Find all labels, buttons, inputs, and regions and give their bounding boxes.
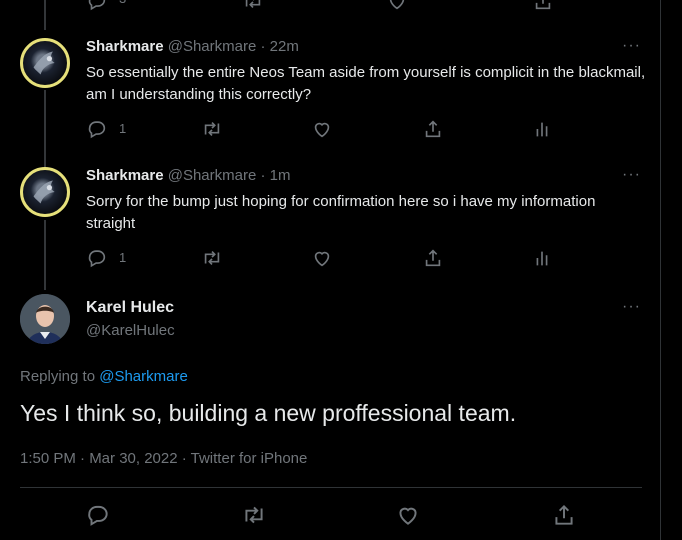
separator-dot: · (260, 167, 266, 184)
author-name[interactable]: Sharkmare (86, 38, 164, 55)
avatar[interactable] (20, 38, 70, 88)
author-name[interactable]: Karel Hulec (86, 299, 174, 317)
mention-link[interactable]: @Sharkmare (99, 368, 188, 385)
tweet-text: Sorry for the bump just hoping for confi… (86, 193, 596, 232)
like-icon[interactable] (386, 0, 408, 12)
retweet-icon[interactable] (242, 0, 264, 12)
reply-icon[interactable] (86, 0, 108, 12)
author-handle[interactable]: @Sharkmare (168, 38, 257, 55)
tweet-time[interactable]: 1m (270, 167, 291, 184)
author-name[interactable]: Sharkmare (86, 167, 164, 184)
divider (20, 487, 642, 488)
retweet-icon[interactable] (241, 502, 267, 528)
tweet-actions: 1 (86, 247, 586, 269)
previous-reply-count: 3 (119, 0, 126, 6)
thread-connector (44, 0, 46, 30)
avatar[interactable] (20, 294, 70, 344)
share-icon[interactable] (532, 0, 554, 12)
more-icon[interactable]: ··· (622, 298, 641, 316)
share-icon[interactable] (551, 502, 577, 528)
tweet-time[interactable]: 22m (270, 38, 299, 55)
author-handle[interactable]: @Sharkmare (168, 167, 257, 184)
share-icon[interactable] (422, 247, 444, 269)
tweet-header: Sharkmare @Sharkmare · 1m (86, 167, 291, 184)
analytics-icon[interactable] (531, 118, 553, 140)
analytics-icon[interactable] (531, 247, 553, 269)
retweet-icon[interactable] (201, 247, 223, 269)
like-icon[interactable] (311, 247, 333, 269)
avatar[interactable] (20, 167, 70, 217)
tweet-header: Sharkmare @Sharkmare · 22m (86, 38, 299, 55)
previous-tweet-actions: 3 (0, 0, 660, 12)
like-icon[interactable] (395, 502, 421, 528)
author-handle[interactable]: @KarelHulec (86, 322, 175, 339)
separator-dot: · (260, 38, 266, 55)
tweet-text: Yes I think so, building a new proffessi… (20, 400, 517, 426)
tweet-meta[interactable]: 1:50 PM · Mar 30, 2022 · Twitter for iPh… (20, 450, 307, 467)
more-icon[interactable]: ··· (622, 37, 641, 55)
thread-connector (44, 90, 46, 168)
reply-icon[interactable] (86, 247, 108, 269)
more-icon[interactable]: ··· (622, 166, 641, 184)
reply-count: 1 (119, 121, 127, 136)
thread-connector (44, 220, 46, 290)
scrollbar[interactable] (660, 0, 682, 540)
replying-to: Replying to @Sharkmare (20, 368, 188, 385)
tweet-actions: 1 (86, 118, 586, 140)
reply-icon[interactable] (85, 502, 111, 528)
main-tweet-actions (20, 502, 642, 528)
replying-prefix: Replying to (20, 368, 96, 385)
like-icon[interactable] (311, 118, 333, 140)
reply-icon[interactable] (86, 118, 108, 140)
share-icon[interactable] (422, 118, 444, 140)
tweet-text: So essentially the entire Neos Team asid… (86, 64, 646, 103)
reply-count: 1 (119, 250, 127, 265)
retweet-icon[interactable] (201, 118, 223, 140)
